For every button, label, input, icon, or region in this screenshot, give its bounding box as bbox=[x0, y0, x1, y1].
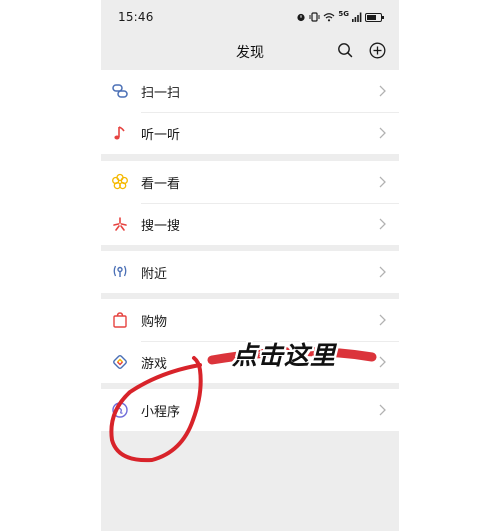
group-nearby: 附近 bbox=[101, 251, 399, 293]
menu-item-label: 看一看 bbox=[141, 176, 181, 192]
menu-item-label: 搜一搜 bbox=[141, 218, 181, 234]
starburst-icon bbox=[111, 215, 129, 233]
miniprogram-icon bbox=[111, 401, 129, 419]
menu-item-miniprogram[interactable]: 小程序 bbox=[101, 389, 399, 431]
menu-item-label: 小程序 bbox=[141, 404, 181, 420]
nav-actions bbox=[335, 40, 387, 60]
status-bar: 15:46 5G bbox=[101, 0, 399, 34]
chevron-right-icon bbox=[379, 176, 389, 188]
wifi-icon bbox=[323, 13, 335, 22]
menu-item-shopping[interactable]: 购物 bbox=[101, 299, 399, 341]
chevron-right-icon bbox=[379, 266, 389, 278]
search-button[interactable] bbox=[335, 40, 355, 60]
scan-icon bbox=[111, 82, 129, 100]
plus-circle-icon bbox=[369, 42, 385, 58]
menu-item-listen[interactable]: 听一听 bbox=[101, 112, 399, 154]
shopping-bag-icon bbox=[111, 311, 129, 329]
group-look-search: 看一看 搜一搜 bbox=[101, 161, 399, 245]
chevron-right-icon bbox=[379, 218, 389, 230]
chevron-right-icon bbox=[379, 404, 389, 416]
menu-item-look[interactable]: 看一看 bbox=[101, 161, 399, 203]
signal-icon bbox=[352, 12, 362, 22]
vibrate-icon bbox=[309, 12, 320, 22]
chevron-right-icon bbox=[379, 314, 389, 326]
search-icon bbox=[338, 43, 353, 58]
menu-item-label: 扫一扫 bbox=[141, 85, 181, 101]
flower-icon bbox=[111, 173, 129, 191]
group-miniprogram: 小程序 bbox=[101, 389, 399, 431]
game-diamond-icon bbox=[111, 353, 129, 371]
phone-screen: 15:46 5G 发现 扫一扫 听一听 看一看 搜一搜 附近 购物 游戏 小程序 bbox=[101, 0, 399, 531]
nearby-icon bbox=[111, 263, 129, 281]
chevron-right-icon bbox=[379, 356, 389, 368]
menu-item-label: 附近 bbox=[141, 266, 168, 282]
network-label: 5G bbox=[338, 10, 349, 18]
status-icons: 5G bbox=[296, 10, 384, 22]
menu-item-label: 购物 bbox=[141, 314, 168, 330]
menu-item-nearby[interactable]: 附近 bbox=[101, 251, 399, 293]
alarm-icon bbox=[297, 13, 305, 22]
status-time: 15:46 bbox=[118, 10, 154, 24]
menu-item-label: 听一听 bbox=[141, 127, 181, 143]
annotation-label: 点击这里 bbox=[232, 341, 337, 370]
nav-bar: 发现 bbox=[101, 34, 399, 70]
menu-item-search[interactable]: 搜一搜 bbox=[101, 203, 399, 245]
battery-icon bbox=[365, 12, 384, 22]
chevron-right-icon bbox=[379, 85, 389, 97]
music-note-icon bbox=[111, 124, 129, 142]
chevron-right-icon bbox=[379, 127, 389, 139]
menu-item-scan[interactable]: 扫一扫 bbox=[101, 70, 399, 112]
add-button[interactable] bbox=[367, 40, 387, 60]
page-title: 发现 bbox=[236, 45, 264, 61]
group-scan-listen: 扫一扫 听一听 bbox=[101, 70, 399, 154]
